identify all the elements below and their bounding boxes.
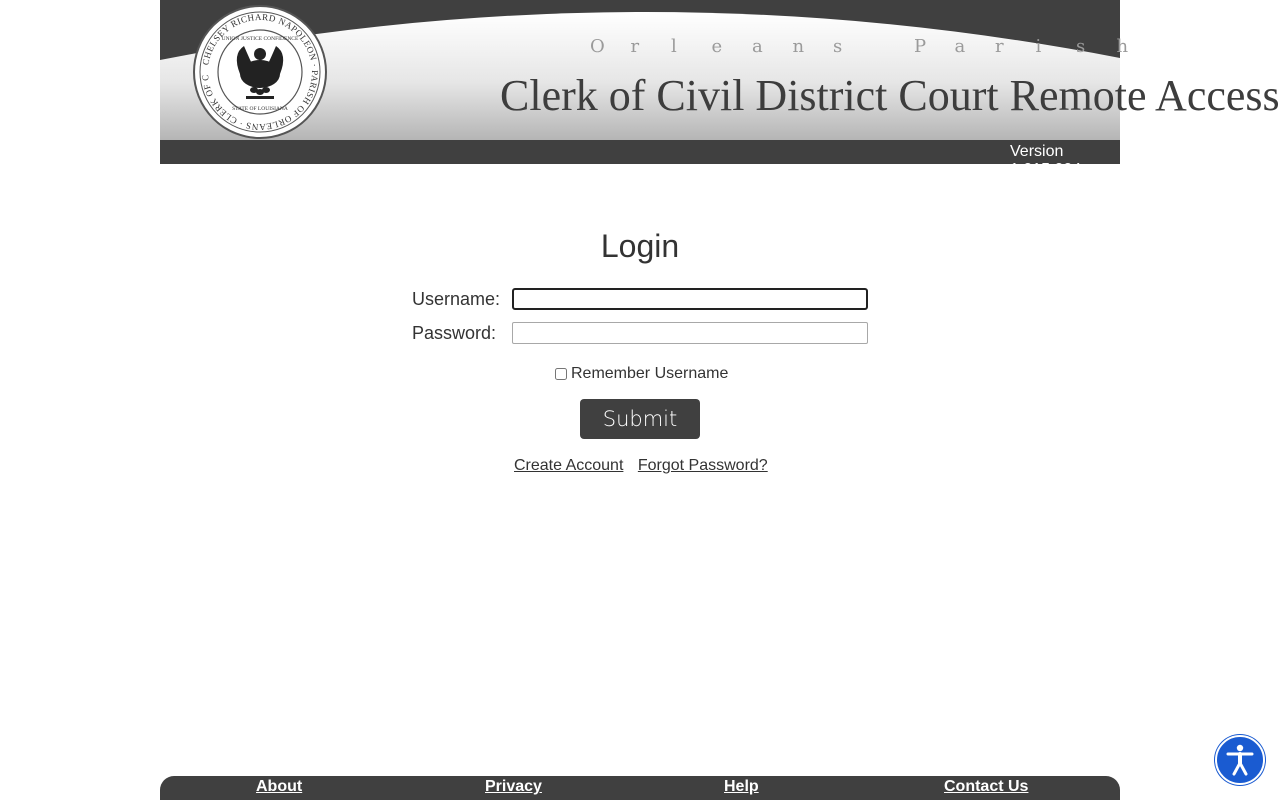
- version-label: Version 1.015.004: [1010, 143, 1082, 178]
- parish-letter: a: [752, 36, 763, 57]
- footer-bar: About Privacy Help Contact Us: [160, 776, 1120, 800]
- accessibility-icon: [1226, 744, 1254, 776]
- parish-name: Or l e a n s Pa r i s h: [590, 36, 1157, 57]
- parish-letter: r: [630, 36, 640, 57]
- footer-help-link[interactable]: Help: [724, 778, 759, 796]
- svg-text:UNION JUSTICE CONFIDENCE: UNION JUSTICE CONFIDENCE: [222, 36, 299, 42]
- password-label: Password:: [412, 323, 497, 343]
- parish-letter: a: [954, 36, 966, 57]
- parish-letter: h: [1116, 36, 1129, 57]
- parish-letter: e: [711, 36, 723, 57]
- footer-about-link[interactable]: About: [256, 778, 302, 796]
- footer-privacy-link[interactable]: Privacy: [485, 778, 542, 796]
- remember-username-checkbox[interactable]: [555, 368, 567, 380]
- parish-letter: O: [590, 36, 605, 57]
- parish-letter: r: [995, 36, 1004, 57]
- parish-letter: l: [671, 36, 677, 57]
- site-title: Clerk of Civil District Court Remote Acc…: [500, 71, 1280, 120]
- forgot-password-link[interactable]: Forgot Password?: [638, 457, 768, 474]
- login-heading: Login: [600, 228, 680, 264]
- footer-contact-link[interactable]: Contact Us: [944, 778, 1028, 796]
- remember-username-label: Remember Username: [571, 365, 729, 382]
- create-account-link[interactable]: Create Account: [514, 457, 623, 474]
- parish-letter: P: [914, 36, 927, 57]
- username-input[interactable]: [512, 288, 868, 310]
- parish-letter: s: [833, 36, 843, 57]
- parish-letter: n: [792, 36, 805, 57]
- court-seal-logo: CHELSEY RICHARD NAPOLEON · PARISH OF ORL…: [192, 4, 327, 139]
- parish-letter: s: [1076, 36, 1086, 57]
- accessibility-button[interactable]: [1215, 735, 1265, 785]
- account-links: Create Account Forgot Password?: [514, 457, 768, 475]
- svg-text:STATE OF LOUISIANA: STATE OF LOUISIANA: [232, 106, 288, 112]
- parish-letter: i: [1035, 36, 1042, 57]
- remember-username[interactable]: Remember Username: [555, 365, 728, 383]
- submit-button[interactable]: Submit: [580, 399, 700, 439]
- username-label: Username:: [412, 289, 501, 309]
- password-input[interactable]: [512, 322, 868, 344]
